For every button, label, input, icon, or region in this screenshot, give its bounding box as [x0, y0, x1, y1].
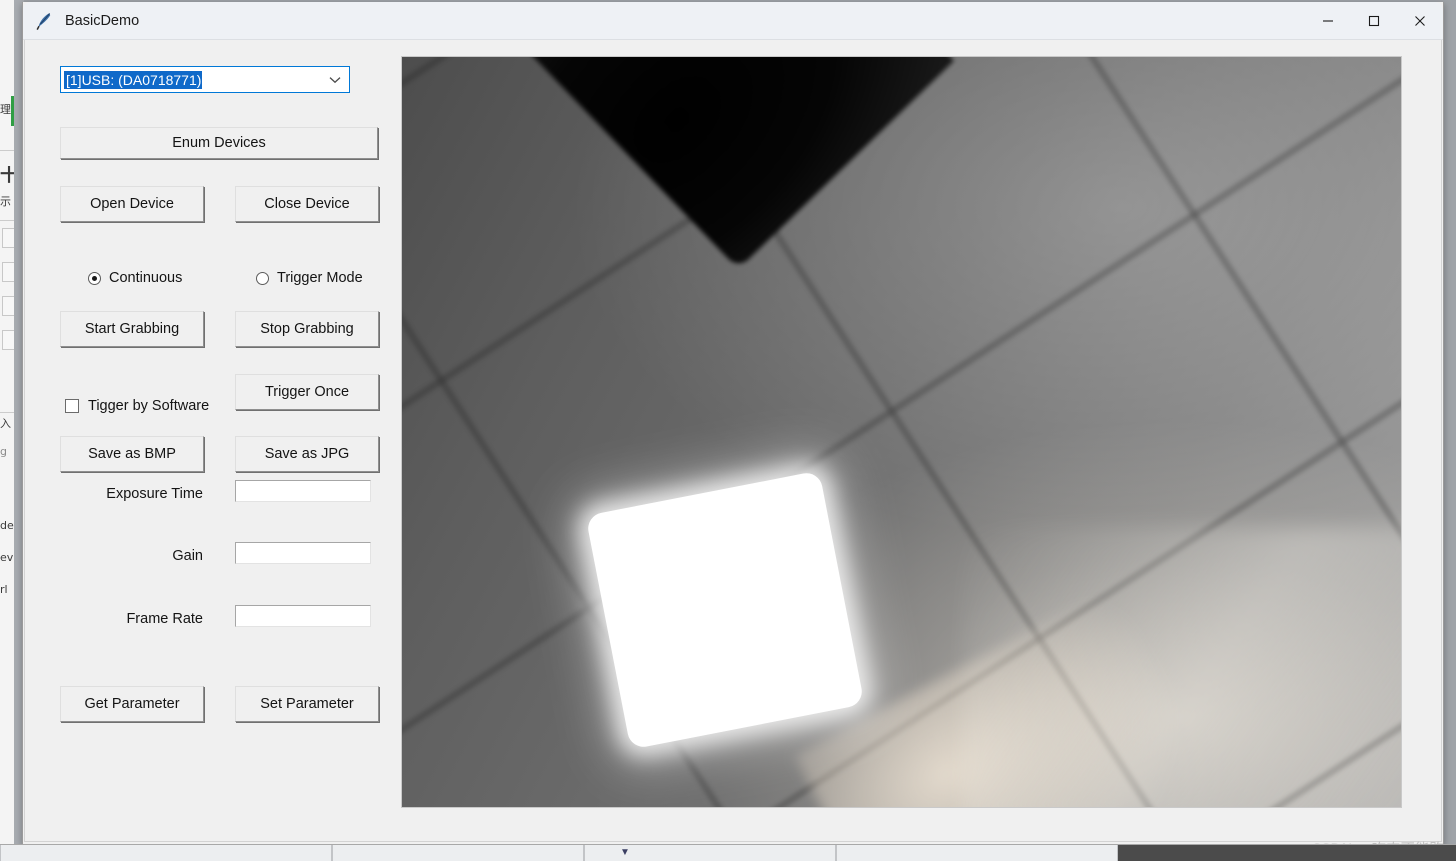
client-area: [1]USB: (DA0718771) Enum Devices Open De… [24, 40, 1442, 842]
gain-label: Gain [172, 548, 203, 564]
stop-grabbing-button[interactable]: Stop Grabbing [235, 311, 379, 347]
radio-trigger-mode-label: Trigger Mode [277, 270, 363, 286]
device-combobox-value: [1]USB: (DA0718771) [64, 70, 203, 89]
bg-text-fragment: g [0, 446, 7, 458]
enum-devices-button[interactable]: Enum Devices [60, 127, 378, 159]
exposure-time-field[interactable] [235, 480, 371, 502]
radio-trigger-mode-indicator [256, 271, 269, 285]
preview-scene [402, 57, 1401, 807]
overexposed-white-square [585, 470, 865, 750]
exposure-time-label: Exposure Time [106, 486, 203, 502]
camera-preview[interactable] [401, 56, 1402, 808]
open-device-button[interactable]: Open Device [60, 186, 204, 222]
bg-text-fragment: ev [0, 552, 14, 564]
frame-rate-field[interactable] [235, 605, 371, 627]
minimize-button[interactable] [1305, 2, 1351, 39]
close-button[interactable] [1397, 2, 1443, 39]
acquisition-mode-group: Continuous Trigger Mode [60, 270, 380, 298]
radio-continuous-indicator [88, 271, 101, 285]
background-application-sliver[interactable]: 理 十 示 入 g de ev rl [0, 0, 15, 845]
start-grabbing-button[interactable]: Start Grabbing [60, 311, 204, 347]
frame-rate-label: Frame Rate [126, 611, 203, 627]
frame-rate-input[interactable] [236, 606, 370, 626]
bg-text-fragment: rl [0, 584, 8, 596]
save-as-bmp-button[interactable]: Save as BMP [60, 436, 204, 472]
radio-continuous-label: Continuous [109, 270, 183, 286]
glare-sweep [962, 527, 1401, 807]
set-parameter-button[interactable]: Set Parameter [235, 686, 379, 722]
bg-text-fragment: 十 [0, 166, 14, 186]
bg-text-fragment: 示 [0, 196, 11, 208]
basicdemo-window: BasicDemo [1]USB: (DA0718771) Enum Devic… [22, 2, 1444, 845]
bg-text-fragment: de [0, 520, 14, 532]
window-title: BasicDemo [65, 12, 140, 29]
chevron-down-icon[interactable] [322, 67, 348, 92]
trigger-by-software-label: Tigger by Software [88, 398, 210, 414]
maximize-button[interactable] [1351, 2, 1397, 39]
trigger-by-software-indicator [65, 399, 79, 413]
control-panel: [1]USB: (DA0718771) Enum Devices Open De… [25, 40, 379, 841]
save-as-jpg-button[interactable]: Save as JPG [235, 436, 379, 472]
feather-icon [35, 11, 53, 31]
screen: 理 十 示 入 g de ev rl BasicDemo [0, 0, 1456, 861]
gain-input[interactable] [236, 543, 370, 563]
trigger-once-button[interactable]: Trigger Once [235, 374, 379, 410]
bg-text-fragment: 入 [0, 418, 11, 430]
close-device-button[interactable]: Close Device [235, 186, 379, 222]
radio-continuous[interactable]: Continuous [88, 270, 182, 286]
device-combobox[interactable]: [1]USB: (DA0718771) [60, 66, 350, 93]
get-parameter-button[interactable]: Get Parameter [60, 686, 204, 722]
gain-field[interactable] [235, 542, 371, 564]
radio-trigger-mode[interactable]: Trigger Mode [256, 270, 363, 286]
taskbar-app-icon[interactable]: ▼ [620, 848, 630, 858]
exposure-time-input[interactable] [236, 481, 370, 501]
title-bar[interactable]: BasicDemo [23, 2, 1443, 40]
trigger-by-software-checkbox[interactable]: Tigger by Software [65, 398, 209, 414]
taskbar[interactable]: ▼ [0, 844, 1456, 861]
